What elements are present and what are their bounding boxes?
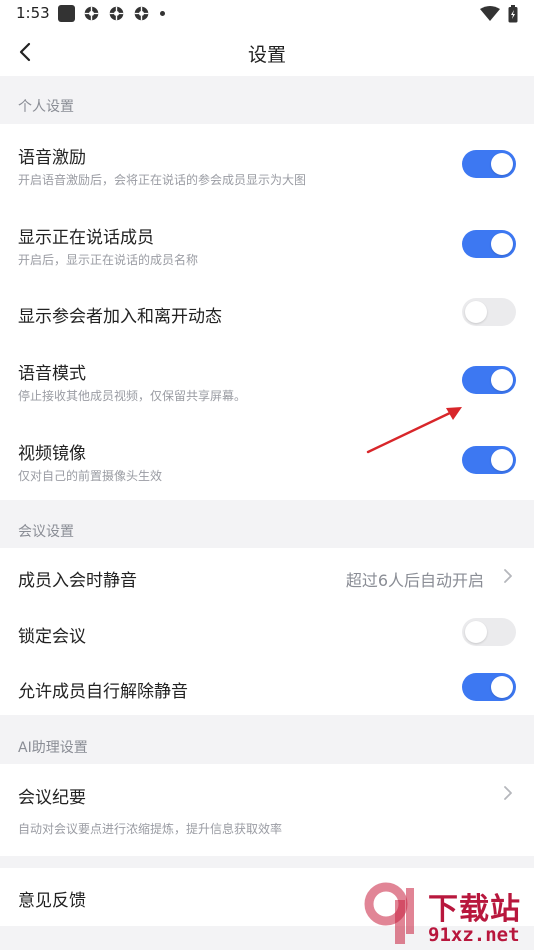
setting-row-voice-excitation: 语音激励 开启语音激励后，会将正在说话的参会成员显示为大图 [0, 124, 534, 204]
setting-row-self-unmute: 允许成员自行解除静音 [0, 660, 534, 715]
notification-gear-icon [109, 6, 124, 21]
notification-square-icon [58, 5, 75, 22]
setting-row-join-leave-updates: 显示参会者加入和离开动态 [0, 284, 534, 340]
video-mirror-toggle[interactable] [462, 446, 516, 474]
battery-icon [508, 5, 518, 23]
annotation-arrow-icon [366, 407, 462, 454]
ai-settings-card: 会议纪要 自动对会议要点进行浓缩提炼，提升信息获取效率 [0, 764, 534, 856]
setting-subtitle: 开启语音激励后，会将正在说话的参会成员显示为大图 [18, 173, 307, 187]
setting-title: 意见反馈 [18, 891, 86, 911]
setting-subtitle: 自动对会议要点进行浓缩提炼，提升信息获取效率 [18, 822, 283, 836]
setting-title: 会议纪要 [18, 788, 86, 808]
setting-subtitle: 开启后，显示正在说话的成员名称 [18, 253, 199, 267]
setting-title: 显示参会者加入和离开动态 [18, 307, 222, 327]
meeting-settings-card: 成员入会时静音 超过6人后自动开启 锁定会议 允许成员自行解除静音 [0, 548, 534, 715]
setting-title: 成员入会时静音 [18, 571, 137, 591]
self-unmute-toggle[interactable] [462, 673, 516, 701]
watermark-title: 下载站 [428, 892, 521, 927]
page-title: 设置 [247, 44, 286, 66]
voice-mode-toggle[interactable] [462, 366, 516, 394]
nav-header: 设置 [0, 28, 534, 76]
watermark-logo-icon [364, 882, 414, 944]
lock-meeting-toggle[interactable] [462, 618, 516, 646]
chevron-right-icon [504, 786, 512, 800]
status-time: 1:53 [16, 4, 50, 22]
section-label-ai: AI助理设置 [18, 740, 88, 756]
notification-gear-icon [134, 6, 149, 21]
setting-row-mute-on-join[interactable]: 成员入会时静音 超过6人后自动开启 [0, 548, 534, 604]
section-label-meeting: 会议设置 [18, 524, 74, 540]
setting-value: 超过6人后自动开启 [345, 571, 484, 590]
setting-subtitle: 仅对自己的前置摄像头生效 [18, 469, 163, 483]
voice-excitation-toggle[interactable] [462, 150, 516, 178]
setting-row-lock-meeting: 锁定会议 [0, 604, 534, 660]
more-notifications-dot [160, 11, 165, 16]
watermark: 下载站 91xz.net [360, 878, 534, 950]
section-label-personal: 个人设置 [18, 99, 74, 115]
watermark-site: 91xz.net [428, 924, 520, 946]
setting-title: 视频镜像 [18, 444, 86, 464]
wifi-icon [480, 6, 500, 21]
show-speaking-member-toggle[interactable] [462, 230, 516, 258]
setting-subtitle: 停止接收其他成员视频，仅保留共享屏幕。 [18, 389, 247, 403]
chevron-right-icon [504, 569, 512, 583]
status-bar: 1:53 [0, 0, 534, 28]
setting-title: 显示正在说话成员 [18, 228, 154, 248]
notification-icons [58, 5, 165, 22]
setting-row-meeting-minutes[interactable]: 会议纪要 自动对会议要点进行浓缩提炼，提升信息获取效率 [0, 764, 534, 856]
setting-title: 语音激励 [18, 148, 86, 168]
setting-row-show-speaking-member: 显示正在说话成员 开启后，显示正在说话的成员名称 [0, 204, 534, 284]
notification-gear-icon [84, 6, 99, 21]
setting-title: 语音模式 [18, 364, 86, 384]
setting-title: 允许成员自行解除静音 [18, 682, 188, 702]
setting-title: 锁定会议 [18, 627, 86, 647]
join-leave-updates-toggle[interactable] [462, 298, 516, 326]
